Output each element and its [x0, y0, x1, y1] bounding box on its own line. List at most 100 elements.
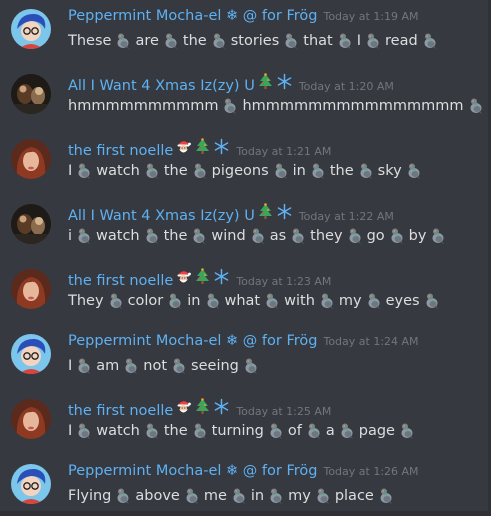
red-hair-avatar[interactable] [11, 269, 51, 309]
pigeon-emoji-icon [378, 487, 394, 505]
pigeon-emoji-icon [163, 32, 179, 50]
message-word: pigeons [211, 163, 269, 179]
pigeon-emoji-icon [389, 227, 405, 245]
pigeon-emoji-icon [76, 227, 92, 245]
message-word: I [356, 33, 362, 49]
timestamp[interactable]: Today at 1:25 AM [236, 405, 331, 418]
message-word: read [385, 33, 418, 49]
username[interactable]: All I Want 4 Xmas Iz(zy) U [68, 208, 255, 224]
chat-message-list[interactable]: Peppermint Mocha-el ❄ @ for Frög Today at… [0, 0, 491, 516]
message-text: i watch the wind as they go by [68, 225, 450, 247]
pigeon-emoji-icon [167, 292, 183, 310]
message-word: in [187, 293, 201, 309]
message-word: the [329, 163, 354, 179]
username[interactable]: All I Want 4 Xmas Iz(zy) U [68, 78, 255, 94]
timestamp[interactable]: Today at 1:23 AM [236, 275, 331, 288]
message-word: in [250, 488, 265, 504]
message-word: in [292, 163, 306, 179]
message-word: they [310, 228, 343, 244]
message-word: Flying [68, 488, 112, 504]
timestamp[interactable]: Today at 1:20 AM [299, 80, 394, 93]
pigeon-emoji-icon [268, 487, 284, 505]
username[interactable]: Peppermint Mocha-el ❄ @ for Frög [68, 8, 317, 24]
message-header: All I Want 4 Xmas Iz(zy) U Today at 1:20 … [68, 73, 394, 94]
pigeon-emoji-icon [123, 357, 139, 375]
blue-hair-avatar[interactable] [11, 334, 51, 374]
message-word: above [135, 488, 180, 504]
username[interactable]: the first noelle [68, 403, 173, 419]
christmas-tree-icon [257, 203, 274, 220]
message-word: hmmmmmmmmmm [68, 98, 219, 114]
message-word: color [127, 293, 164, 309]
pigeon-emoji-icon [205, 292, 221, 310]
chat-message: Peppermint Mocha-el ❄ @ for Frög Today at… [0, 325, 491, 385]
message-word: watch [96, 423, 140, 439]
red-hair-avatar[interactable] [11, 139, 51, 179]
pigeon-emoji-icon [347, 227, 363, 245]
pigeon-emoji-icon [76, 357, 92, 375]
dark-photo-avatar[interactable] [11, 74, 51, 114]
message-word: the [182, 33, 207, 49]
message-word: I [68, 358, 73, 374]
christmas-tree-icon [194, 138, 211, 155]
pigeon-emoji-icon [310, 162, 326, 180]
pigeon-emoji-icon [399, 422, 415, 440]
pigeon-emoji-icon [115, 487, 131, 505]
snowflake-icon [213, 398, 230, 415]
message-text: These are the stories that Iread [68, 30, 442, 52]
message-word: am [96, 358, 120, 374]
message-word: the [163, 163, 188, 179]
username[interactable]: Peppermint Mocha-el ❄ @ for Frög [68, 463, 317, 479]
pigeon-emoji-icon [192, 422, 208, 440]
blue-hair-avatar[interactable] [11, 9, 51, 49]
pigeon-emoji-icon [184, 487, 200, 505]
timestamp[interactable]: Today at 1:19 AM [323, 10, 418, 23]
message-word: me [203, 488, 227, 504]
message-word: sky [377, 163, 402, 179]
message-word: my [338, 293, 362, 309]
pigeon-emoji-icon [319, 292, 335, 310]
timestamp[interactable]: Today at 1:24 AM [323, 335, 418, 348]
pigeon-emoji-icon [283, 32, 299, 50]
pigeon-emoji-icon [422, 32, 438, 50]
santa-icon [175, 268, 192, 285]
message-word: page [358, 423, 395, 439]
chat-message: All I Want 4 Xmas Iz(zy) U Today at 1:22 … [0, 195, 491, 255]
pigeon-emoji-icon [243, 357, 259, 375]
message-header: the first noelle Today at 1:21 AM [68, 138, 331, 159]
chat-message: the first noelle Today at 1:25 AM Iwatch th… [0, 390, 491, 450]
pigeon-emoji-icon [76, 422, 92, 440]
pigeon-emoji-icon [264, 292, 280, 310]
christmas-tree-icon [194, 398, 211, 415]
message-word: as [269, 228, 287, 244]
snowflake-icon [213, 138, 230, 155]
message-word: i [68, 228, 73, 244]
message-word: hmmmmmmmmmmmmmmm [242, 98, 464, 114]
username[interactable]: the first noelle [68, 143, 173, 159]
message-text: Iwatch the pigeons in the sky [68, 160, 426, 182]
pigeon-emoji-icon [76, 162, 92, 180]
message-word: turning [211, 423, 264, 439]
message-word: the [163, 423, 188, 439]
dark-photo-avatar[interactable] [11, 204, 51, 244]
blue-hair-avatar[interactable] [11, 464, 51, 504]
timestamp[interactable]: Today at 1:26 AM [323, 465, 418, 478]
message-word: not [143, 358, 168, 374]
message-header: Peppermint Mocha-el ❄ @ for Frög Today at… [68, 463, 419, 483]
pigeon-emoji-icon [337, 32, 353, 50]
message-word: wind [211, 228, 246, 244]
username[interactable]: Peppermint Mocha-el ❄ @ for Frög [68, 333, 317, 349]
red-hair-avatar[interactable] [11, 399, 51, 439]
message-text: hmmmmmmmmmm hmmmmmmmmmmmmmmm [68, 95, 488, 117]
timestamp[interactable]: Today at 1:21 AM [236, 145, 331, 158]
timestamp[interactable]: Today at 1:22 AM [299, 210, 394, 223]
pigeon-emoji-icon [192, 162, 208, 180]
message-header: the first noelle Today at 1:25 AM [68, 398, 331, 419]
username[interactable]: the first noelle [68, 273, 173, 289]
snowflake-icon [276, 203, 293, 220]
message-header: the first noelle Today at 1:23 AM [68, 268, 331, 289]
pigeon-emoji-icon [250, 227, 266, 245]
santa-icon [175, 398, 192, 415]
message-word: eyes [385, 293, 420, 309]
christmas-tree-icon [194, 268, 211, 285]
